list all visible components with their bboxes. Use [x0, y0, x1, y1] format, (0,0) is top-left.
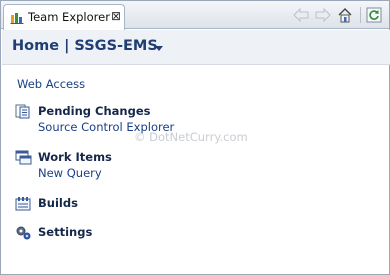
tab-close-icon[interactable]: ⊠	[111, 9, 121, 23]
header-bar: Home | SSGS-EMS	[2, 30, 390, 65]
toolbar-separator	[360, 7, 361, 23]
tab-strip: Team Explorer ⊠	[1, 1, 389, 30]
settings-title[interactable]: Settings	[38, 225, 92, 239]
builds-icon	[15, 196, 32, 211]
work-items-icon	[15, 150, 32, 165]
gear-icon	[15, 225, 32, 240]
home-icon[interactable]	[336, 6, 354, 24]
team-explorer-icon	[10, 11, 24, 24]
chevron-down-icon[interactable]	[155, 46, 163, 51]
builds-title[interactable]: Builds	[38, 196, 78, 210]
refresh-icon[interactable]	[365, 6, 383, 24]
work-items-title[interactable]: Work Items	[38, 150, 112, 164]
pending-changes-title[interactable]: Pending Changes	[38, 104, 150, 118]
forward-arrow-icon[interactable]	[314, 6, 332, 24]
watermark: © DotNetCurry.com	[134, 130, 248, 144]
tab-team-explorer[interactable]: Team Explorer ⊠	[3, 4, 125, 30]
web-access-link[interactable]: Web Access	[17, 77, 85, 91]
pending-changes-icon	[15, 104, 32, 119]
page-title[interactable]: Home | SSGS-EMS	[12, 38, 158, 54]
tab-title: Team Explorer	[28, 10, 110, 24]
new-query-link[interactable]: New Query	[38, 166, 102, 180]
back-arrow-icon[interactable]	[292, 6, 310, 24]
team-explorer-panel: Team Explorer ⊠ Home | SSGS-EMS Web Acce…	[0, 0, 390, 275]
toolbar	[288, 6, 383, 24]
